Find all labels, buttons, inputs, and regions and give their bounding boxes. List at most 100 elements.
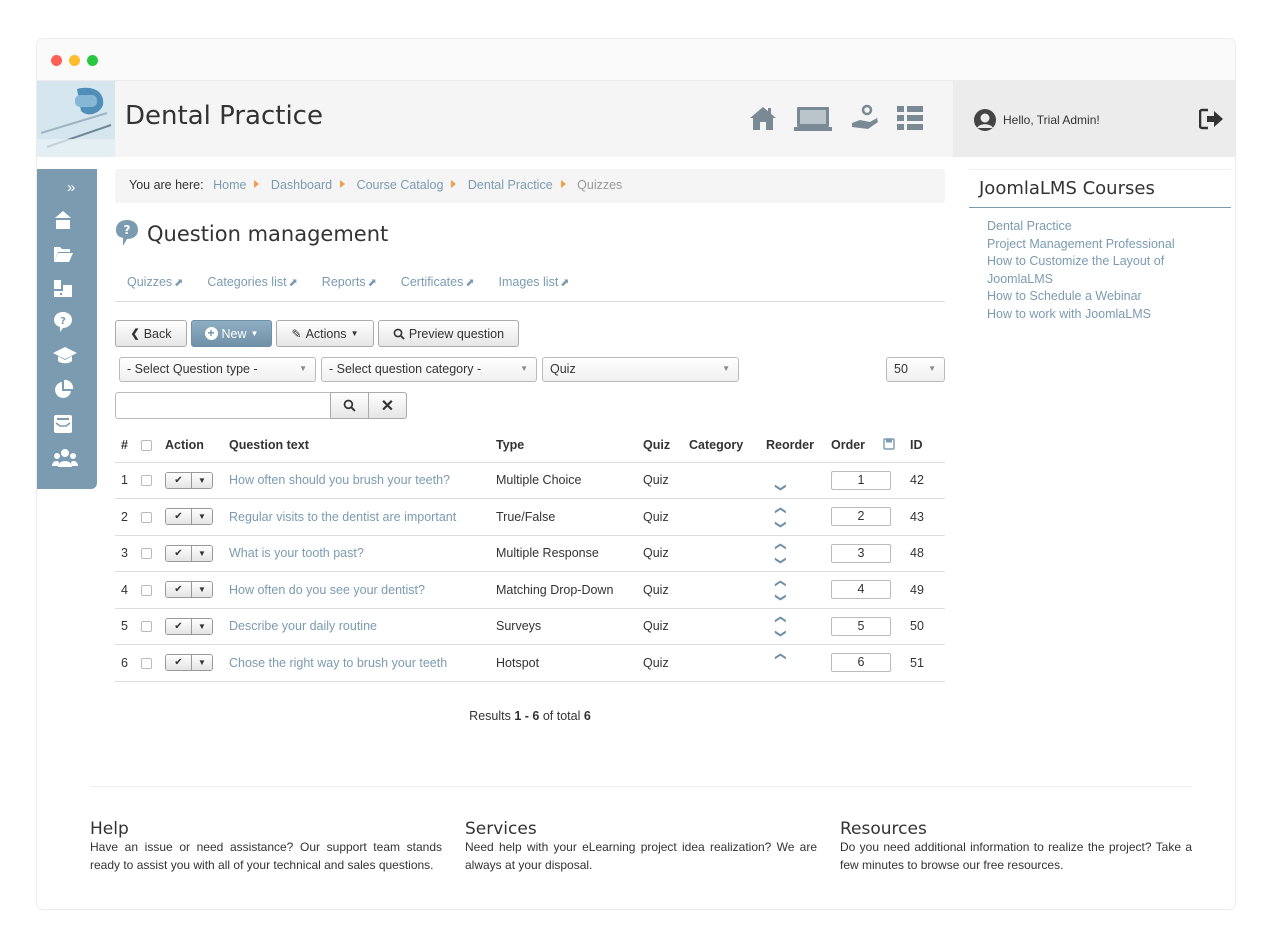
row-checkbox[interactable] — [141, 511, 152, 523]
check-icon[interactable]: ✔ — [166, 472, 192, 488]
subnav-images-list[interactable]: Images list ⬈ — [487, 272, 582, 301]
row-action-buttons[interactable]: ✔ ▼ — [165, 508, 213, 526]
clear-search-button[interactable]: ✕ — [368, 392, 407, 419]
caret-down-icon[interactable]: ▼ — [192, 582, 212, 598]
pie-chart-icon[interactable] — [52, 379, 74, 401]
folder-open-icon[interactable] — [52, 243, 74, 265]
breadcrumb-dental-practice[interactable]: Dental Practice — [468, 178, 553, 192]
course-link[interactable]: Dental Practice — [987, 218, 1213, 236]
breadcrumb-dashboard[interactable]: Dashboard — [271, 178, 332, 192]
check-icon[interactable]: ✔ — [166, 509, 192, 525]
subnav-categories-list[interactable]: Categories list ⬈ — [195, 272, 309, 301]
minimize-window-button[interactable] — [69, 55, 80, 66]
question-bubble-icon: ? — [116, 220, 138, 246]
caret-down-icon[interactable]: ▼ — [192, 509, 212, 525]
caret-down-icon[interactable]: ▼ — [192, 472, 212, 488]
subnav-reports[interactable]: Reports ⬈ — [310, 272, 389, 301]
question-icon[interactable]: ? — [52, 311, 74, 333]
row-action-buttons[interactable]: ✔ ▼ — [165, 544, 213, 562]
sidebar-expand-toggle[interactable]: » — [67, 179, 75, 196]
question-link[interactable]: Regular visits to the dentist are import… — [223, 498, 490, 536]
subnav-categories-label: Categories list — [207, 275, 287, 289]
home-icon[interactable] — [748, 103, 780, 133]
select-all-checkbox[interactable] — [141, 440, 152, 452]
row-checkbox[interactable] — [141, 657, 152, 669]
question-link[interactable]: Describe your daily routine — [223, 608, 490, 645]
search-input[interactable] — [115, 392, 331, 419]
question-link[interactable]: How often should you brush your teeth? — [223, 462, 490, 499]
search-button[interactable] — [330, 392, 369, 419]
col-category[interactable]: Category — [683, 429, 760, 463]
course-link[interactable]: Project Management Professional — [987, 236, 1213, 254]
list-icon[interactable] — [895, 103, 927, 133]
logout-icon[interactable] — [1198, 107, 1225, 134]
row-action-buttons[interactable]: ✔ ▼ — [165, 617, 213, 635]
home-icon[interactable] — [52, 209, 74, 231]
user-greeting[interactable]: Hello, Trial Admin! — [973, 108, 1100, 132]
inbox-icon[interactable] — [52, 413, 74, 435]
actions-button[interactable]: ✎ Actions ▼ — [276, 320, 374, 347]
hand-coin-icon[interactable] — [850, 103, 882, 133]
order-input[interactable]: 5 — [831, 616, 891, 636]
check-icon[interactable]: ✔ — [166, 618, 192, 634]
new-button[interactable]: + New ▼ — [191, 320, 272, 347]
close-window-button[interactable] — [51, 55, 62, 66]
save-order-icon[interactable] — [882, 438, 895, 450]
site-title[interactable]: Dental Practice — [125, 101, 323, 131]
question-link[interactable]: Chose the right way to brush your teeth — [223, 644, 490, 682]
laptop-icon[interactable] — [794, 103, 832, 133]
move-up-icon[interactable]: ❮ — [775, 641, 788, 671]
col-question-text[interactable]: Question text — [223, 429, 490, 463]
row-checkbox[interactable] — [141, 621, 152, 633]
caret-down-icon[interactable]: ▼ — [192, 618, 212, 634]
per-page-select[interactable]: 50 ▼ — [886, 357, 945, 382]
check-icon[interactable]: ✔ — [166, 655, 192, 671]
caret-down-icon: ▼ — [928, 364, 936, 373]
course-link[interactable]: How to work with JoomlaLMS — [987, 306, 1213, 324]
row-checkbox[interactable] — [141, 475, 152, 487]
col-id[interactable]: ID — [904, 429, 945, 463]
sub-navigation: Quizzes ⬈ Categories list ⬈ Reports ⬈ Certi… — [115, 272, 945, 302]
course-link[interactable]: How to Customize the Layout of JoomlaLMS — [987, 253, 1213, 288]
order-input[interactable]: 4 — [831, 580, 891, 600]
course-link[interactable]: How to Schedule a Webinar — [987, 288, 1213, 306]
sitemap-icon[interactable] — [52, 277, 74, 299]
users-icon[interactable] — [52, 447, 78, 469]
check-icon[interactable]: ✔ — [166, 545, 192, 561]
subnav-images-label: Images list — [498, 275, 559, 289]
row-checkbox[interactable] — [141, 548, 152, 560]
graduation-cap-icon[interactable] — [52, 345, 77, 367]
question-type-select[interactable]: - Select Question type - ▼ — [119, 357, 316, 382]
site-logo-image[interactable] — [37, 81, 115, 157]
breadcrumb-prefix: You are here: — [129, 178, 204, 192]
order-input[interactable]: 2 — [831, 507, 891, 527]
row-checkbox[interactable] — [141, 584, 152, 596]
col-order-label[interactable]: Order — [831, 438, 865, 452]
col-type[interactable]: Type — [490, 429, 637, 463]
question-link[interactable]: What is your tooth past? — [223, 535, 490, 572]
caret-down-icon[interactable]: ▼ — [192, 655, 212, 671]
order-input[interactable]: 6 — [831, 653, 891, 673]
col-quiz[interactable]: Quiz — [637, 429, 683, 463]
page-title: ? Question management — [115, 219, 388, 249]
breadcrumb-home[interactable]: Home — [213, 178, 246, 192]
col-action: Action — [159, 429, 223, 463]
order-input[interactable]: 3 — [831, 543, 891, 563]
preview-question-button[interactable]: Preview question — [378, 320, 519, 347]
caret-down-icon[interactable]: ▼ — [192, 545, 212, 561]
table-row: 6 ✔ ▼ Chose the right way to brush your t… — [115, 644, 945, 682]
order-input[interactable]: 1 — [831, 470, 891, 490]
check-icon[interactable]: ✔ — [166, 582, 192, 598]
row-action-buttons[interactable]: ✔ ▼ — [165, 654, 213, 672]
subnav-quizzes[interactable]: Quizzes ⬈ — [115, 272, 195, 301]
quiz-select[interactable]: Quiz ▼ — [542, 357, 739, 382]
question-link[interactable]: How often do you see your dentist? — [223, 571, 490, 609]
zoom-window-button[interactable] — [87, 55, 98, 66]
row-action-buttons[interactable]: ✔ ▼ — [165, 471, 213, 489]
back-button[interactable]: ❮ Back — [115, 320, 187, 347]
breadcrumb-course-catalog[interactable]: Course Catalog — [357, 178, 444, 192]
question-category-select[interactable]: - Select question category - ▼ — [321, 357, 537, 382]
subnav-certificates[interactable]: Certificates ⬈ — [389, 272, 487, 301]
row-action-buttons[interactable]: ✔ ▼ — [165, 581, 213, 599]
breadcrumb: You are here: Home Dashboard Course Cata… — [115, 169, 945, 203]
